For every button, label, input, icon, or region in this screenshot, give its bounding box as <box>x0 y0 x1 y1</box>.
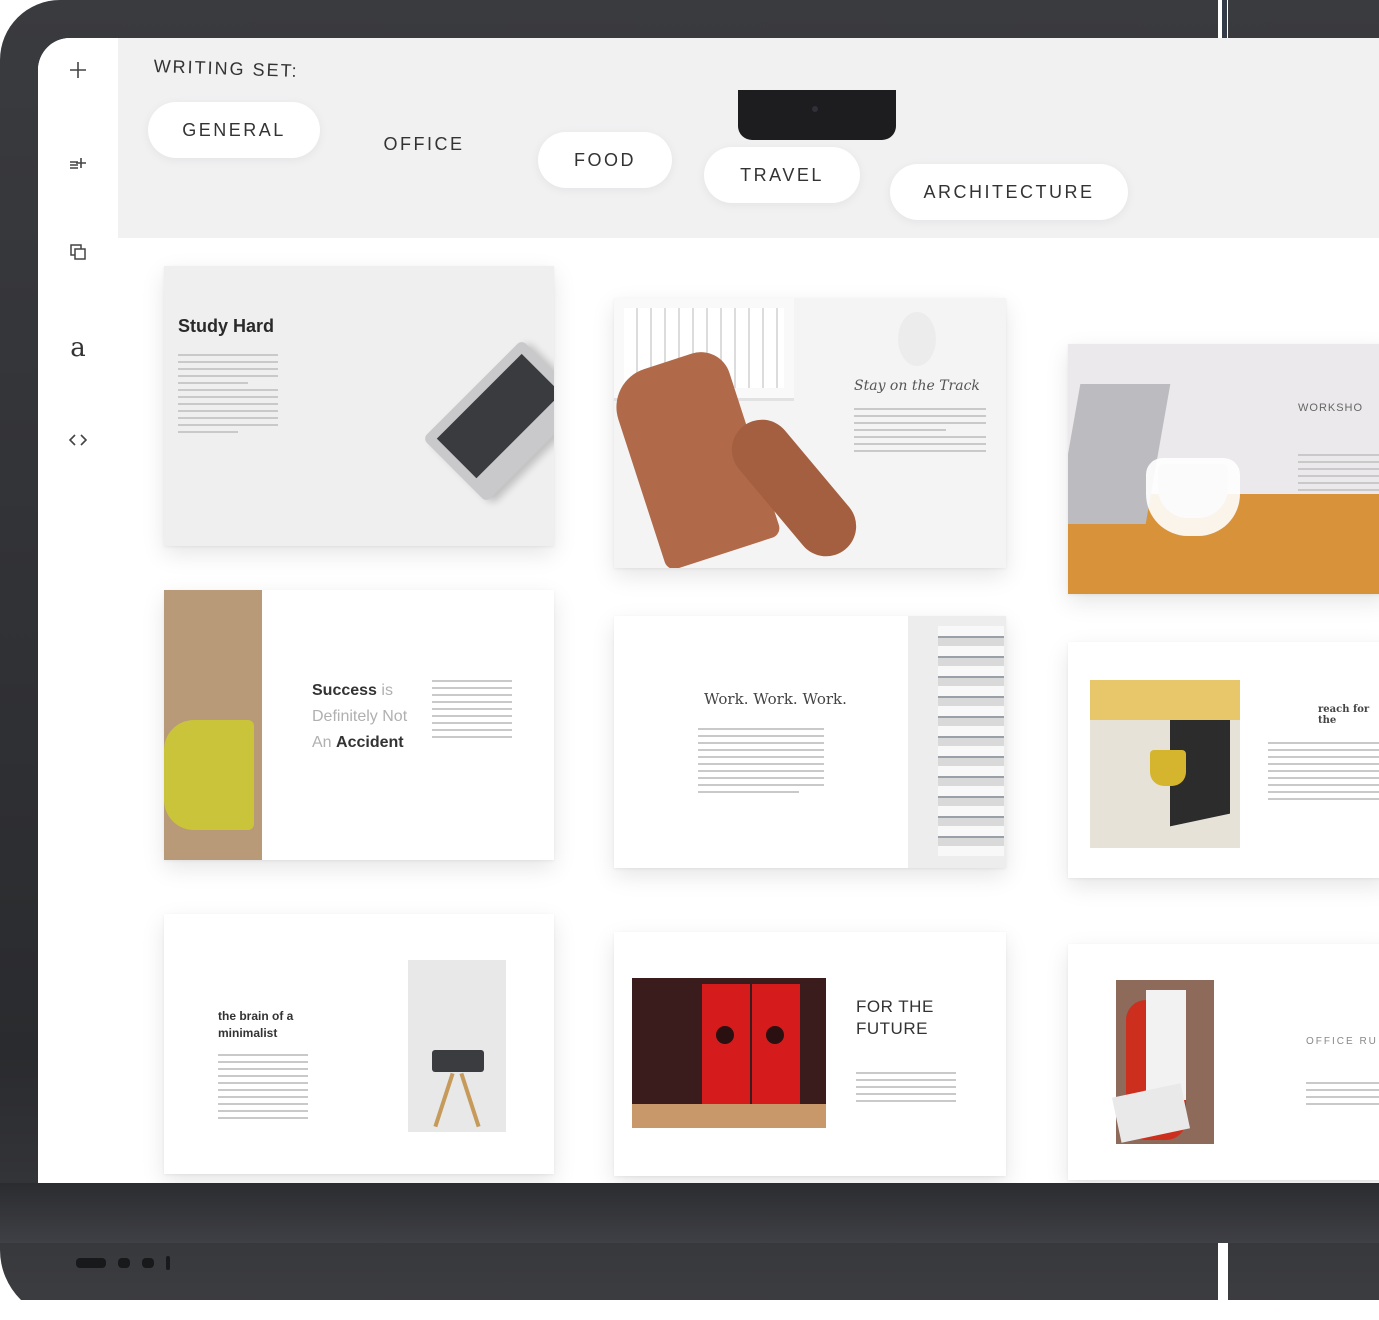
card-body-text <box>1306 1082 1379 1110</box>
template-card-future[interactable]: FOR THE FUTURE <box>614 932 1006 1176</box>
usb-c-port <box>142 1258 154 1268</box>
tab-food[interactable]: FOOD <box>538 132 672 188</box>
card-title: Work. Work. Work. <box>704 690 847 708</box>
app-screen: a WRITING SET: GENERAL OFFICE FOOD TRAVE… <box>38 38 1379 1183</box>
add-button[interactable] <box>56 48 100 92</box>
card-title: Stay on the Track <box>854 378 980 394</box>
duplicate-icon <box>70 244 86 260</box>
add-list-button[interactable] <box>56 140 100 184</box>
template-grid: Study Hard Stay on the Track WORKSHO Suc… <box>118 238 1379 1183</box>
desk-laptop-photo <box>1090 680 1240 848</box>
card-title: Study Hard <box>178 316 275 336</box>
card-body-text <box>856 1072 956 1107</box>
template-card-workshop[interactable]: WORKSHO <box>1068 344 1379 594</box>
binders-photo <box>908 616 1006 868</box>
left-toolbar: a <box>38 38 119 1183</box>
card-body-text <box>178 354 278 438</box>
coffee-cup-photo <box>1158 464 1228 518</box>
card-title: the brain of a minimalist <box>218 1008 293 1042</box>
font-icon: a <box>70 333 86 363</box>
template-card-study-hard[interactable]: Study Hard <box>164 266 554 546</box>
title-word: is <box>381 682 393 699</box>
writing-set-label: WRITING SET: <box>153 56 299 82</box>
card-body-text <box>1268 742 1379 805</box>
card-body-text <box>218 1054 308 1124</box>
title-word: Success <box>312 682 377 699</box>
title-line: the brain of a <box>218 1009 294 1023</box>
code-button[interactable] <box>56 418 100 462</box>
title-line: FUTURE <box>856 1019 928 1038</box>
laptop-hinge <box>0 1183 1379 1243</box>
card-title: OFFICE RU <box>1306 1036 1378 1047</box>
tab-office[interactable]: OFFICE <box>344 116 504 172</box>
template-card-reach[interactable]: reach for the <box>1068 642 1379 878</box>
tab-travel[interactable]: TRAVEL <box>704 147 860 203</box>
card-title: FOR THE FUTURE <box>856 996 934 1040</box>
tab-architecture[interactable]: ARCHITECTURE <box>890 164 1128 220</box>
title-line: minimalist <box>218 1026 278 1040</box>
hdmi-port <box>76 1258 106 1268</box>
duplicate-button[interactable] <box>56 230 100 274</box>
chair-photo <box>164 590 262 860</box>
add-icon <box>70 62 86 78</box>
headphone-jack <box>166 1256 170 1270</box>
card-body-text <box>854 408 986 457</box>
usb-c-port <box>118 1258 130 1268</box>
title-word: An <box>312 734 332 751</box>
add-list-icon <box>70 158 86 169</box>
title-line: FOR THE <box>856 997 934 1016</box>
laptop-base-edge <box>0 1300 1379 1320</box>
font-button[interactable]: a <box>56 326 100 370</box>
card-body-text <box>1298 454 1379 496</box>
camera-notch <box>738 90 896 140</box>
laptop-photo <box>422 339 554 503</box>
woman-photo <box>1111 980 1214 1144</box>
card-body-text <box>698 728 824 798</box>
template-card-minimalist[interactable]: the brain of a minimalist <box>164 914 554 1174</box>
card-title: reach for the <box>1318 704 1370 726</box>
template-card-success[interactable]: Success is Definitely Not An Accident <box>164 590 554 860</box>
template-card-work-work[interactable]: Work. Work. Work. <box>614 616 1006 868</box>
camera-dot <box>812 106 818 112</box>
laptop-ports <box>76 1256 170 1270</box>
tab-general[interactable]: GENERAL <box>148 102 320 158</box>
template-card-stay-on-track[interactable]: Stay on the Track <box>614 298 1006 568</box>
title-word: Definitely Not <box>312 708 408 725</box>
title-word: Accident <box>336 734 404 751</box>
card-body-text <box>432 680 512 743</box>
red-binders-photo <box>632 978 826 1128</box>
stool-photo <box>408 960 506 1132</box>
code-icon <box>68 434 88 446</box>
mouse-photo <box>898 312 936 366</box>
card-title: Success is Definitely Not An Accident <box>312 678 407 756</box>
card-title: WORKSHO <box>1298 402 1364 414</box>
template-card-office-rules[interactable]: OFFICE RU <box>1068 944 1379 1180</box>
